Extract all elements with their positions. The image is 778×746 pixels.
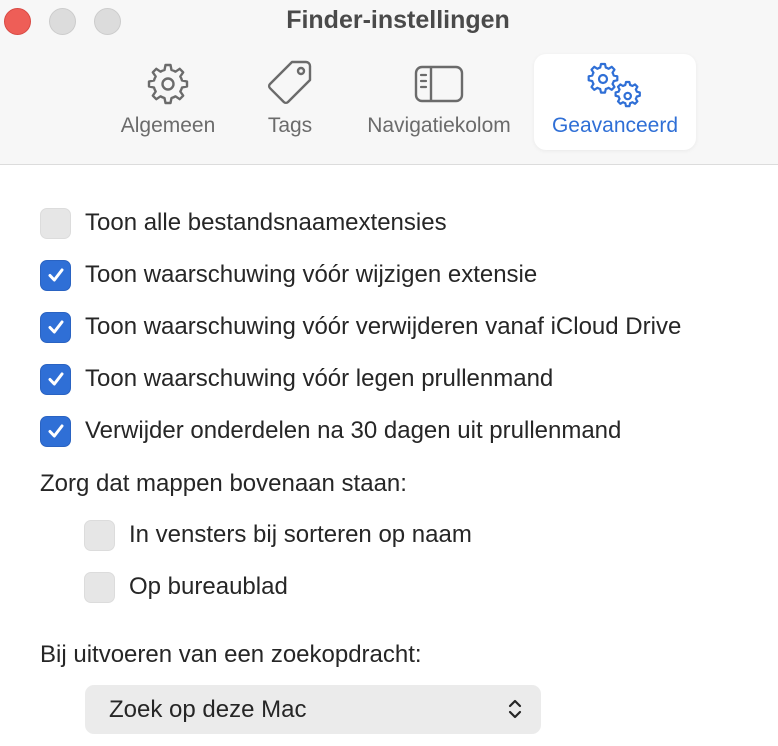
settings-tabs: Algemeen Tags Navigatiekolom Geavanceerd: [0, 54, 778, 150]
tab-tags[interactable]: Tags: [250, 54, 330, 150]
remove-after-30-days-label: Verwijder onderdelen na 30 dagen uit pru…: [85, 417, 622, 444]
option-remove-after-30-days[interactable]: Verwijder onderdelen na 30 dagen uit pru…: [40, 414, 621, 448]
warn-empty-trash-checkbox[interactable]: [40, 363, 71, 395]
checkmark-icon: [48, 424, 63, 438]
option-warn-extension-change[interactable]: Toon waarschuwing vóór wijzigen extensie: [40, 258, 537, 292]
chevron-up-down-icon: [508, 699, 522, 719]
finder-settings-window: Finder-instellingen Algemeen Tags Naviga…: [0, 0, 778, 746]
warn-icloud-remove-label: Toon waarschuwing vóór verwijderen vanaf…: [85, 313, 682, 340]
search-scope-select[interactable]: Zoek op deze Mac: [85, 685, 541, 734]
checkmark-icon: [48, 320, 63, 334]
window-title: Finder-instellingen: [286, 6, 510, 34]
tab-advanced[interactable]: Geavanceerd: [534, 54, 696, 150]
option-folders-on-desktop[interactable]: Op bureaublad: [84, 570, 288, 604]
search-scope-value: Zoek op deze Mac: [109, 696, 307, 723]
gears-icon: [587, 62, 641, 108]
warn-icloud-remove-checkbox[interactable]: [40, 311, 71, 343]
option-show-extensions[interactable]: Toon alle bestandsnaamextensies: [40, 206, 447, 240]
remove-after-30-days-checkbox[interactable]: [40, 415, 71, 447]
tab-sidebar-label: Navigatiekolom: [367, 114, 511, 137]
tab-advanced-label: Geavanceerd: [551, 114, 679, 137]
option-warn-icloud-remove[interactable]: Toon waarschuwing vóór verwijderen vanaf…: [40, 310, 681, 344]
tag-icon: [267, 60, 312, 105]
option-warn-empty-trash[interactable]: Toon waarschuwing vóór legen prullenmand: [40, 362, 553, 396]
folders-in-windows-checkbox[interactable]: [84, 519, 115, 551]
advanced-settings-panel: Toon alle bestandsnaamextensies Toon waa…: [0, 165, 778, 746]
option-folders-in-windows[interactable]: In vensters bij sorteren op naam: [84, 518, 472, 552]
folders-on-desktop-label: Op bureaublad: [129, 573, 288, 600]
folders-in-windows-label: In vensters bij sorteren op naam: [129, 521, 472, 548]
tab-sidebar[interactable]: Navigatiekolom: [352, 54, 526, 150]
folders-on-desktop-checkbox[interactable]: [84, 571, 115, 603]
checkmark-icon: [48, 268, 63, 282]
tab-general[interactable]: Algemeen: [108, 54, 228, 150]
warn-empty-trash-label: Toon waarschuwing vóór legen prullenmand: [85, 365, 554, 392]
sidebar-icon: [414, 65, 464, 103]
show-extensions-checkbox[interactable]: [40, 207, 71, 239]
show-extensions-label: Toon alle bestandsnaamextensies: [85, 209, 447, 236]
search-heading: Bij uitvoeren van een zoekopdracht:: [40, 641, 422, 668]
tab-tags-label: Tags: [267, 114, 313, 137]
warn-extension-change-checkbox[interactable]: [40, 259, 71, 291]
warn-extension-change-label: Toon waarschuwing vóór wijzigen extensie: [85, 261, 538, 288]
folders-on-top-heading: Zorg dat mappen bovenaan staan:: [40, 470, 407, 497]
toolbar: Finder-instellingen Algemeen Tags Naviga…: [0, 0, 778, 165]
tab-general-label: Algemeen: [120, 114, 216, 137]
gear-icon: [147, 63, 189, 105]
checkmark-icon: [48, 372, 63, 386]
